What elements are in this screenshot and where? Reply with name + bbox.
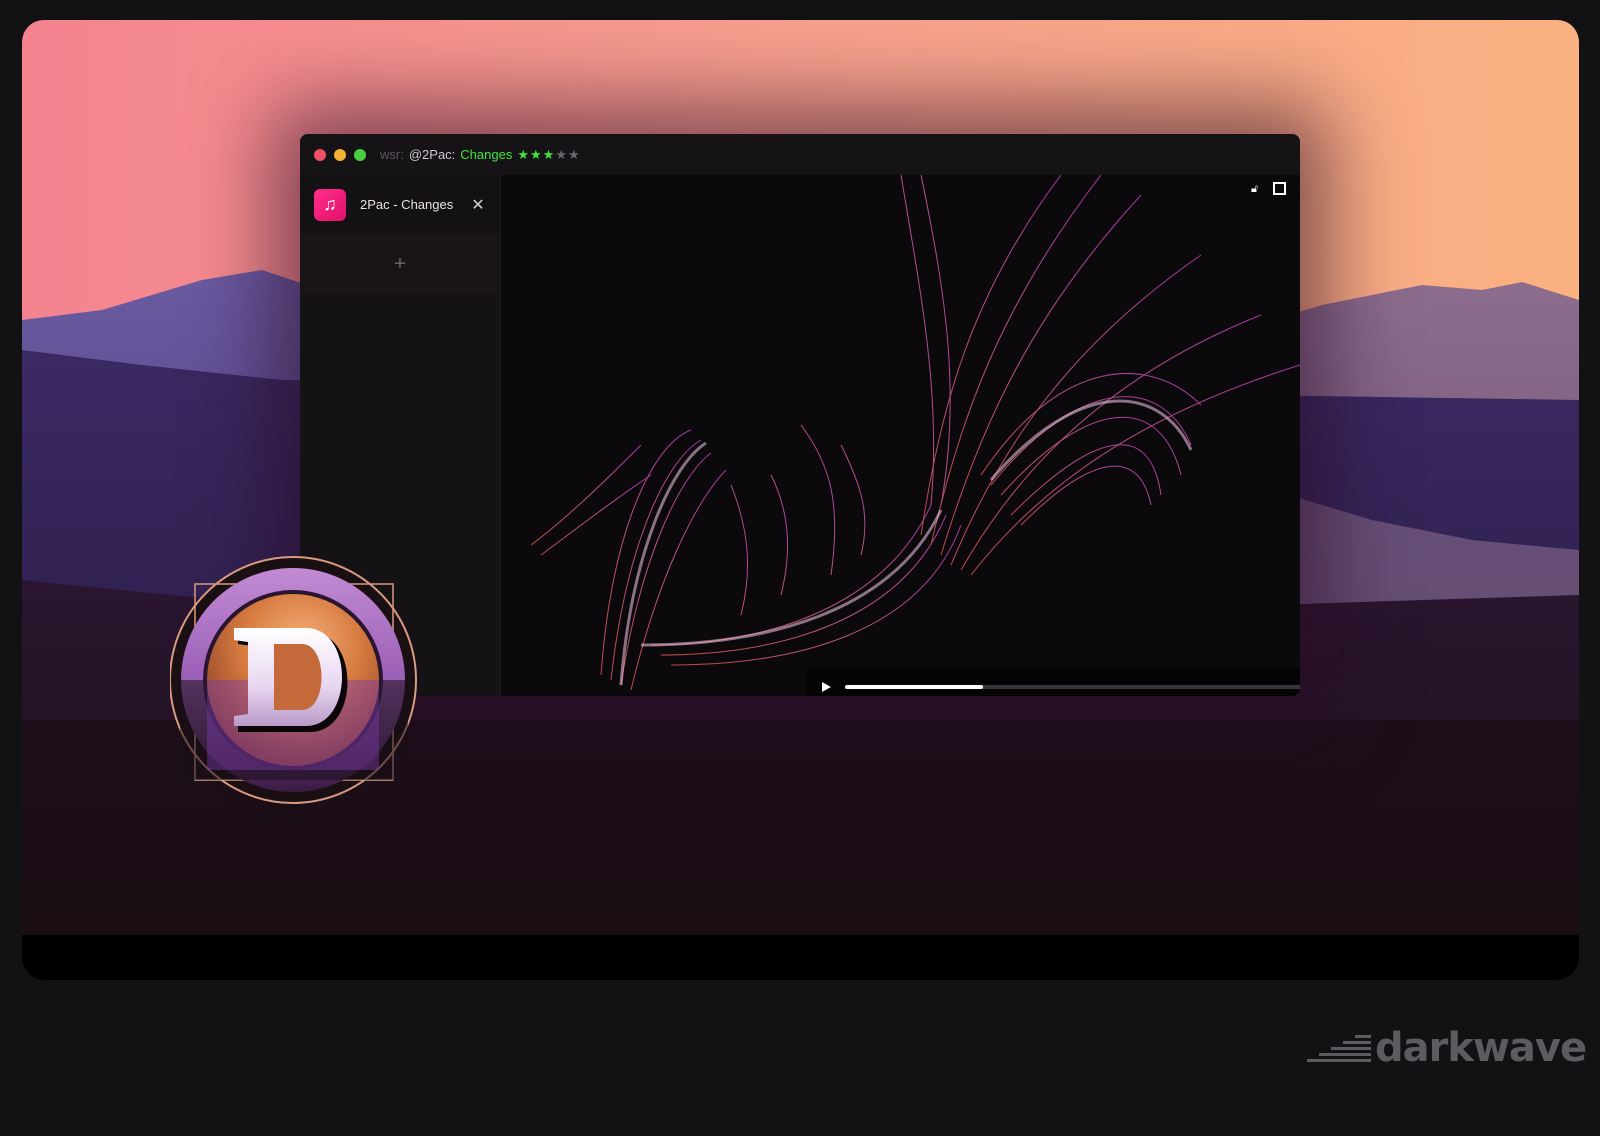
title-prefix: wsr:	[380, 147, 404, 162]
star-icon[interactable]: ★	[530, 147, 543, 162]
maximize-icon[interactable]	[1273, 182, 1286, 195]
window-title: wsr: @2Pac: Changes ★★★★★	[380, 147, 581, 163]
progress-track[interactable]	[845, 685, 1300, 689]
close-icon[interactable]: ✕	[470, 195, 486, 215]
unlock-icon[interactable]: 🔓︎	[1251, 183, 1263, 195]
maximize-window-button[interactable]	[354, 148, 366, 161]
visualizer-artwork	[530, 175, 1300, 691]
tab-2pac-changes[interactable]: ♫ 2Pac - Changes ✕	[300, 175, 500, 234]
music-note-icon: ♫	[314, 188, 346, 221]
brand-lines-icon	[1307, 1034, 1371, 1062]
add-tab-button[interactable]: +	[300, 234, 500, 294]
plus-icon: +	[394, 252, 406, 275]
star-icon[interactable]: ★	[568, 147, 581, 162]
star-icon[interactable]: ★	[517, 147, 530, 162]
taskbar	[22, 935, 1579, 980]
brand-watermark: darkwave	[1307, 1025, 1587, 1071]
close-window-button[interactable]	[314, 148, 326, 161]
title-artist: @2Pac:	[408, 147, 456, 162]
app-window: wsr: @2Pac: Changes ★★★★★ ♫ 2Pac - Chang…	[300, 134, 1300, 696]
player-bar	[807, 668, 1300, 696]
visualizer-controls: 🔓︎	[1251, 182, 1286, 195]
star-icon[interactable]: ★	[543, 147, 556, 162]
visualizer: 🔓︎	[501, 175, 1300, 696]
minimize-window-button[interactable]	[334, 148, 346, 161]
rating-stars[interactable]: ★★★★★	[517, 147, 580, 163]
title-track: Changes	[460, 147, 513, 162]
star-icon[interactable]: ★	[555, 147, 568, 162]
darkwave-logo	[170, 556, 417, 804]
play-icon[interactable]	[822, 682, 831, 692]
brand-name: darkwave	[1375, 1025, 1587, 1071]
progress-fill	[845, 685, 984, 689]
title-bar: wsr: @2Pac: Changes ★★★★★	[300, 134, 1300, 175]
tab-label: 2Pac - Changes	[360, 197, 454, 212]
